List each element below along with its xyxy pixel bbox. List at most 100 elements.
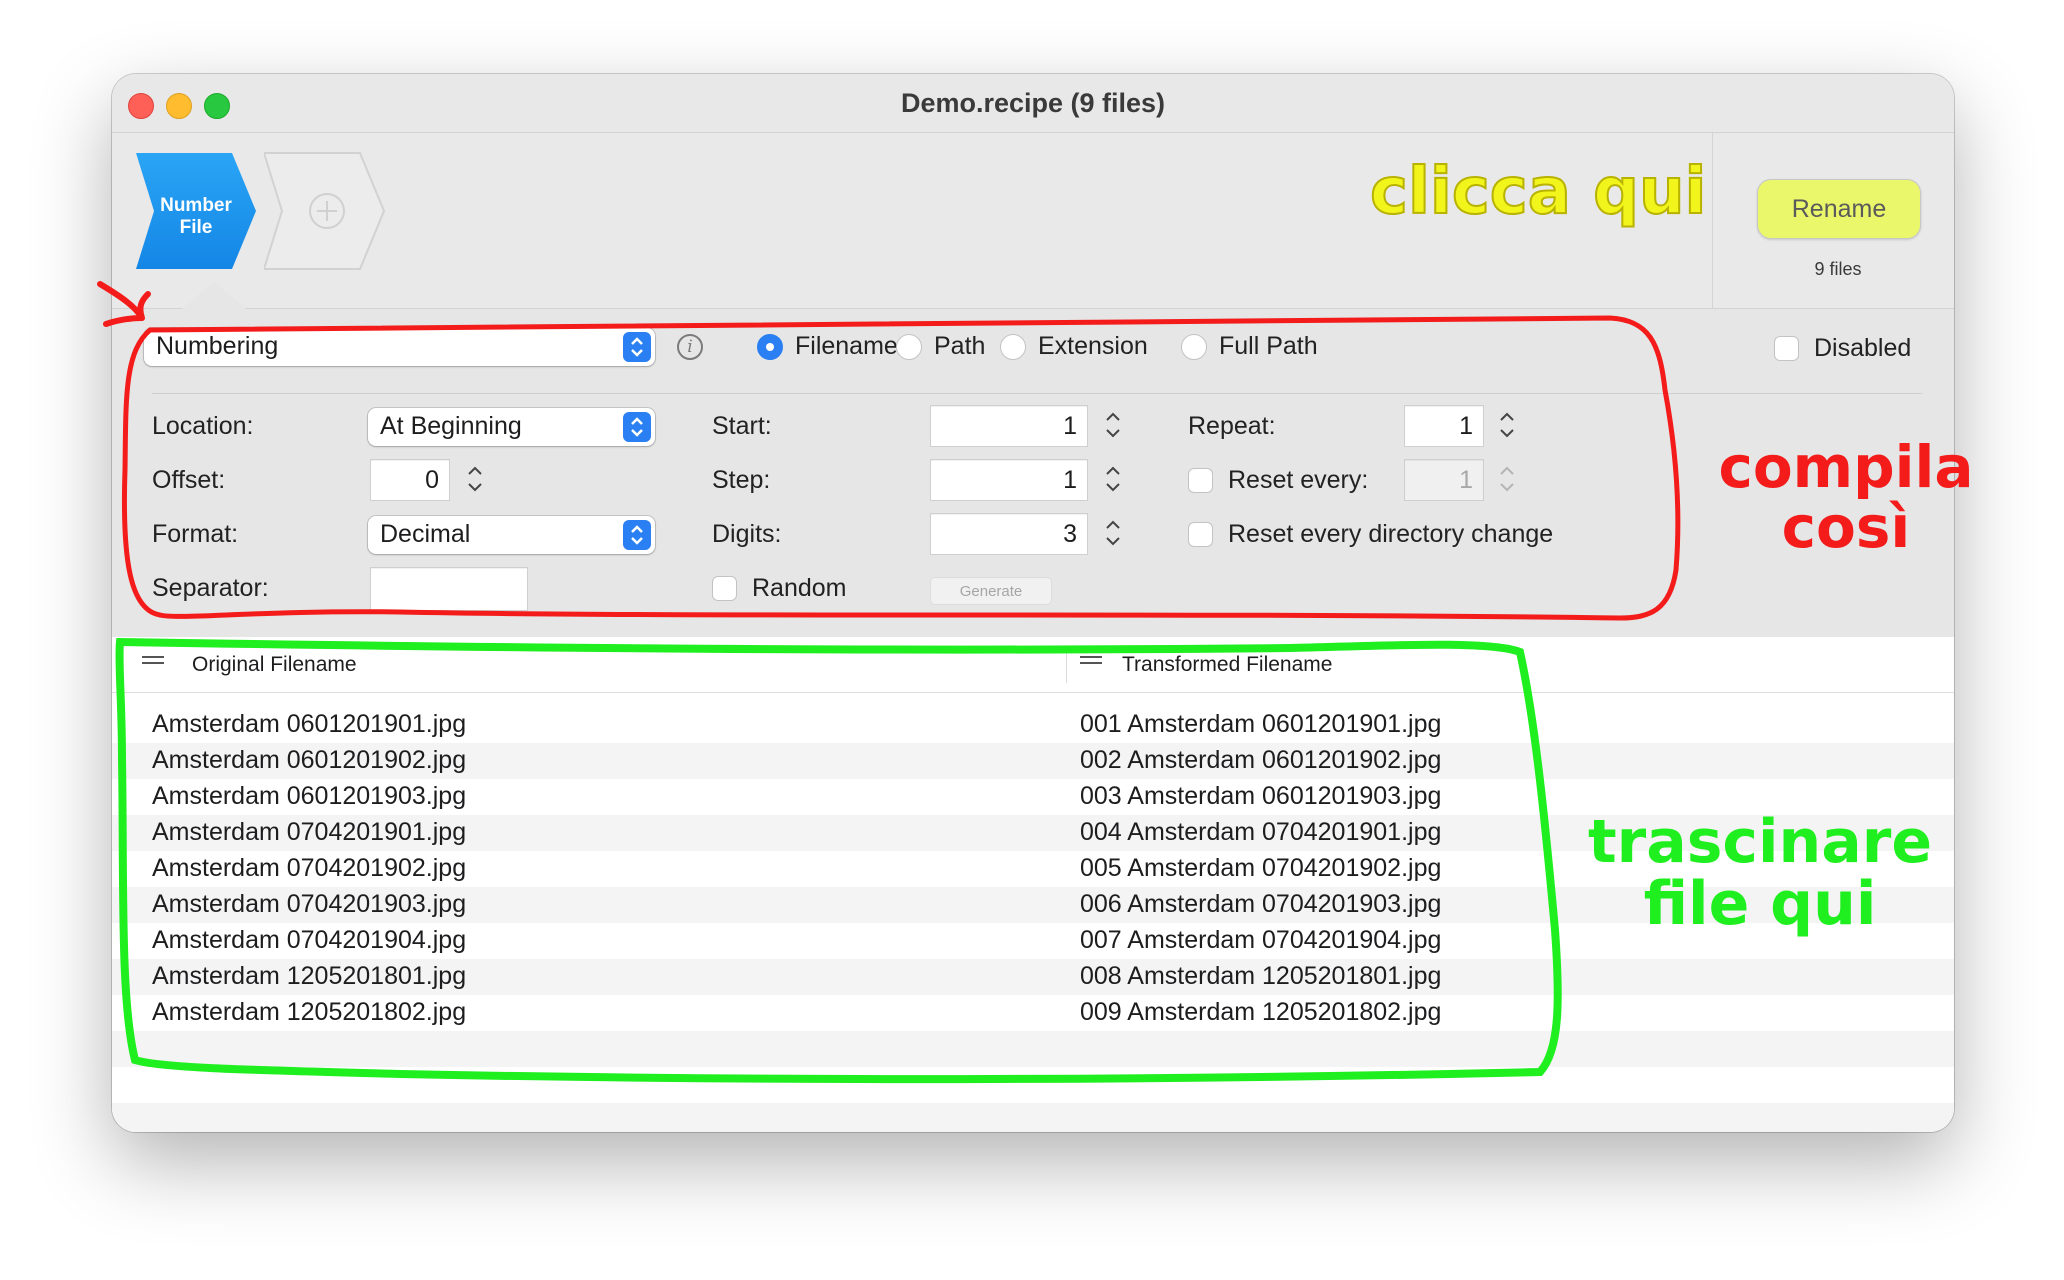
selected-tile-pointer (182, 282, 246, 309)
info-icon[interactable]: i (677, 334, 703, 360)
radio-path-label: Path (934, 332, 986, 360)
reset-directory-label: Reset every directory change (1228, 520, 1554, 548)
action-tile-line2: File (179, 217, 213, 238)
start-stepper[interactable] (1102, 405, 1124, 445)
separator-field[interactable] (370, 567, 528, 611)
transformed-filename-cell: 008 Amsterdam 1205201801.jpg (1080, 962, 1442, 990)
offset-field[interactable]: 0 (370, 459, 450, 501)
separator-label: Separator: (152, 574, 269, 602)
format-value: Decimal (380, 520, 471, 548)
digits-stepper[interactable] (1102, 513, 1124, 553)
transformed-filename-cell: 007 Amsterdam 0704201904.jpg (1080, 926, 1442, 954)
table-row[interactable]: Amsterdam 0601201902.jpg 002 Amsterdam 06… (112, 743, 1954, 779)
disabled-checkbox[interactable] (1774, 336, 1799, 361)
annotation-fill-line2: così (1781, 493, 1911, 561)
app-window: Demo.recipe (9 files) Number File Rename… (112, 74, 1954, 1132)
reset-every-value: 1 (1459, 466, 1473, 494)
original-filename-cell: Amsterdam 0601201901.jpg (152, 710, 467, 738)
step-field[interactable]: 1 (930, 459, 1088, 501)
transformed-filename-cell: 009 Amsterdam 1205201802.jpg (1080, 998, 1442, 1026)
random-checkbox[interactable] (712, 576, 737, 601)
reset-directory-checkbox[interactable] (1188, 522, 1213, 547)
radio-extension[interactable] (1000, 334, 1026, 360)
transformed-filename-cell: 001 Amsterdam 0601201901.jpg (1080, 710, 1442, 738)
original-filename-cell: Amsterdam 0601201903.jpg (152, 782, 467, 810)
action-type-popup[interactable]: Numbering (144, 328, 655, 366)
popup-chevrons-icon (623, 332, 651, 362)
start-label: Start: (712, 412, 772, 440)
action-tile-number-file[interactable]: Number File (136, 151, 260, 276)
start-value: 1 (1063, 412, 1077, 440)
table-row[interactable]: Amsterdam 0601201901.jpg 001 Amsterdam 06… (112, 707, 1954, 743)
radio-filename[interactable] (757, 334, 783, 360)
annotation-drag-line2: file qui (1643, 869, 1877, 939)
offset-label: Offset: (152, 466, 226, 494)
original-filename-cell: Amsterdam 0704201902.jpg (152, 854, 467, 882)
transformed-filename-cell: 005 Amsterdam 0704201902.jpg (1080, 854, 1442, 882)
location-label: Location: (152, 412, 254, 440)
table-row[interactable]: Amsterdam 1205201802.jpg 009 Amsterdam 12… (112, 995, 1954, 1031)
format-popup[interactable]: Decimal (368, 516, 655, 554)
transformed-filename-cell: 006 Amsterdam 0704201903.jpg (1080, 890, 1442, 918)
start-field[interactable]: 1 (930, 405, 1088, 447)
original-filename-cell: Amsterdam 1205201801.jpg (152, 962, 467, 990)
repeat-field[interactable]: 1 (1404, 405, 1484, 447)
title-bar: Demo.recipe (9 files) (112, 74, 1954, 133)
zoom-window-button[interactable] (204, 93, 230, 119)
format-label: Format: (152, 520, 239, 548)
column-list-icon (142, 656, 164, 672)
transformed-filename-cell: 004 Amsterdam 0704201901.jpg (1080, 818, 1442, 846)
digits-value: 3 (1063, 520, 1077, 548)
original-filename-cell: Amsterdam 0704201904.jpg (152, 926, 467, 954)
original-filename-cell: Amsterdam 0704201901.jpg (152, 818, 467, 846)
close-window-button[interactable] (128, 93, 154, 119)
popup-chevrons-icon (623, 520, 651, 550)
digits-field[interactable]: 3 (930, 513, 1088, 555)
location-value: At Beginning (380, 412, 522, 440)
repeat-value: 1 (1459, 412, 1473, 440)
radio-filename-label: Filename (795, 332, 898, 360)
action-settings-panel: Numbering i Filename Path Extension Full… (112, 309, 1954, 637)
table-row[interactable]: Amsterdam 1205201801.jpg 008 Amsterdam 12… (112, 959, 1954, 995)
plus-circle-icon (262, 152, 386, 270)
files-count: 9 files (1814, 259, 1862, 279)
column-transformed-filename[interactable]: Transformed Filename (1122, 653, 1332, 677)
annotation-drag-line1: trascinare (1587, 807, 1933, 877)
original-filename-cell: Amsterdam 0601201902.jpg (152, 746, 467, 774)
action-type-value: Numbering (156, 332, 279, 360)
radio-full-path[interactable] (1181, 334, 1207, 360)
transformed-filename-cell: 002 Amsterdam 0601201902.jpg (1080, 746, 1442, 774)
radio-path[interactable] (896, 334, 922, 360)
toolbar-divider (1712, 133, 1713, 308)
step-label: Step: (712, 466, 771, 494)
disabled-label: Disabled (1814, 334, 1912, 362)
reset-every-checkbox[interactable] (1188, 468, 1213, 493)
transformed-filename-cell: 003 Amsterdam 0601201903.jpg (1080, 782, 1442, 810)
annotation-fill-line1: compila (1718, 433, 1974, 501)
reset-every-field: 1 (1404, 459, 1484, 501)
minimize-window-button[interactable] (166, 93, 192, 119)
repeat-stepper[interactable] (1496, 405, 1518, 445)
empty-row (112, 1103, 1954, 1132)
action-tile-line1: Number (160, 195, 232, 216)
original-filename-cell: Amsterdam 1205201802.jpg (152, 998, 467, 1026)
rename-button[interactable]: Rename (1757, 179, 1921, 239)
generate-button[interactable]: Generate (930, 577, 1052, 605)
window-title: Demo.recipe (9 files) (900, 87, 1166, 118)
column-list-icon (1080, 656, 1102, 672)
original-filename-cell: Amsterdam 0704201903.jpg (152, 890, 467, 918)
table-header: Original Filename Transformed Filename (112, 637, 1954, 693)
radio-extension-label: Extension (1038, 332, 1148, 360)
offset-stepper[interactable] (464, 459, 486, 499)
location-popup[interactable]: At Beginning (368, 408, 655, 446)
column-original-filename[interactable]: Original Filename (192, 653, 357, 677)
settings-divider (152, 393, 1922, 394)
popup-chevrons-icon (623, 412, 651, 442)
column-divider (1066, 647, 1067, 683)
add-action-tile[interactable] (262, 151, 388, 276)
empty-row (112, 1031, 1954, 1067)
step-stepper[interactable] (1102, 459, 1124, 499)
reset-every-stepper (1500, 466, 1514, 492)
annotation-click-here: clicca qui (1369, 155, 1707, 229)
random-label: Random (752, 574, 847, 602)
